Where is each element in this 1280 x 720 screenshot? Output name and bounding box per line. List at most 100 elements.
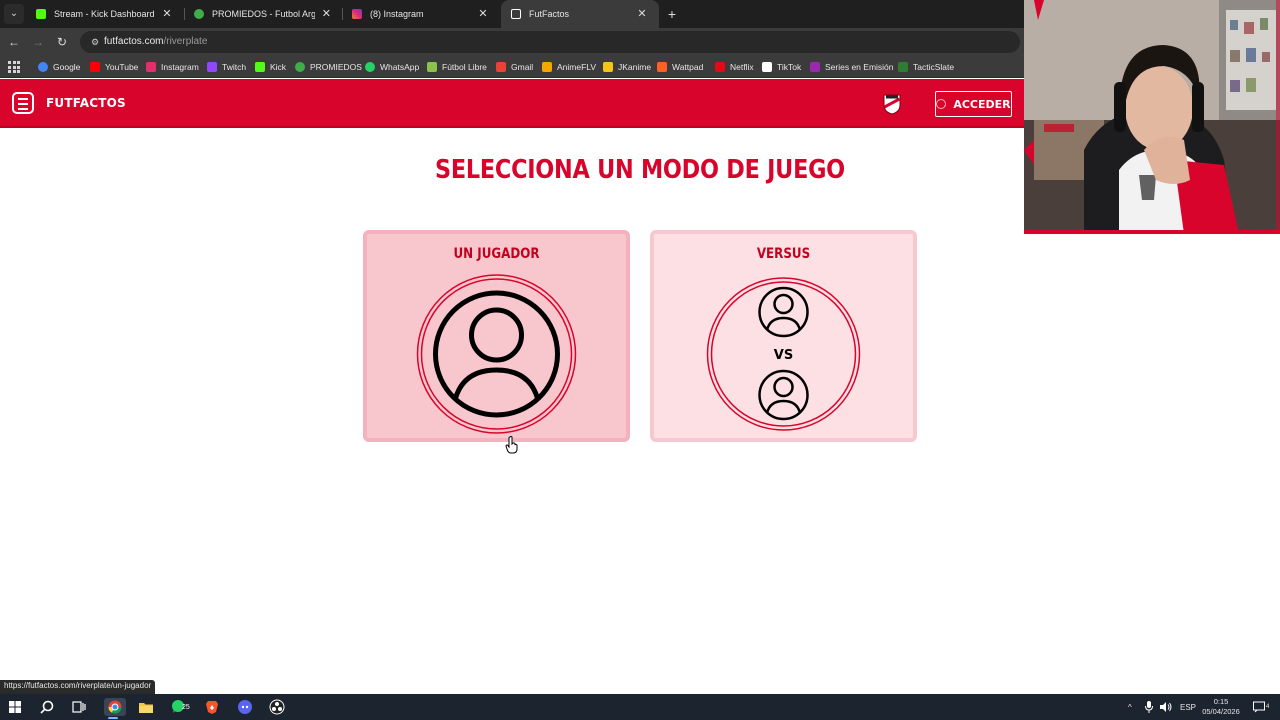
- series-icon: [810, 62, 820, 72]
- windows-start-icon[interactable]: [6, 698, 24, 716]
- url-path: /riverplate: [163, 36, 208, 47]
- river-plate-crest-icon[interactable]: [880, 93, 904, 115]
- url-host: futfactos.com: [104, 36, 164, 47]
- webcam-overlay: [1024, 0, 1280, 234]
- futbol-libre-icon: [427, 62, 437, 72]
- clock[interactable]: 0:15 05/04/2026: [1196, 697, 1246, 717]
- close-tab-icon[interactable]: ✕: [635, 7, 649, 21]
- bookmark-label: Google: [53, 62, 81, 72]
- versus-icon: VS: [706, 277, 861, 431]
- netflix-icon: [715, 62, 725, 72]
- bookmark-google[interactable]: Google: [38, 60, 80, 74]
- tab-promiedos[interactable]: PROMIEDOS - Futbol Argentino ✕: [184, 0, 342, 28]
- jkanime-icon: [603, 62, 613, 72]
- login-label: ACCEDER: [953, 97, 1011, 111]
- bookmark-series-en-emisi-n[interactable]: Series en Emisión: [810, 60, 894, 74]
- animeflv-icon: [542, 62, 552, 72]
- google-icon: [38, 62, 48, 72]
- bookmark-jkanime[interactable]: JKanime: [603, 60, 651, 74]
- tab-futfactos[interactable]: FutFactos ✕: [501, 0, 659, 28]
- tab-kick-dashboard[interactable]: Stream - Kick Dashboard ✕: [26, 0, 184, 28]
- back-icon[interactable]: ←: [6, 34, 22, 50]
- bookmark-animeflv[interactable]: AnimeFLV: [542, 60, 596, 74]
- forward-icon[interactable]: →: [30, 34, 46, 50]
- address-bar[interactable]: ⚙ futfactos.com/riverplate: [80, 31, 1020, 53]
- bookmark-label: Twitch: [222, 62, 247, 72]
- user-icon: [936, 99, 947, 109]
- search-icon[interactable]: [38, 698, 56, 716]
- bookmark-label: Wattpad: [672, 62, 704, 72]
- bookmark-tacticslate[interactable]: TacticSlate: [898, 60, 954, 74]
- site-header: FUTFACTOS ACCEDER: [0, 79, 1024, 128]
- tab-title: FutFactos: [529, 9, 570, 19]
- clock-time: 0:15: [1213, 697, 1229, 706]
- vs-label: VS: [774, 348, 793, 363]
- promiedos-icon: [194, 9, 204, 19]
- volume-icon[interactable]: [1160, 694, 1172, 720]
- bookmark-youtube[interactable]: YouTube: [90, 60, 138, 74]
- tab-title: PROMIEDOS - Futbol Argentino: [212, 9, 315, 19]
- tab-title: (8) Instagram: [370, 9, 424, 19]
- obs-icon[interactable]: [268, 698, 286, 716]
- windows-taskbar: 25 ^ ESP 0:15 05/04/2026 4: [0, 694, 1280, 720]
- instagram-icon: [146, 62, 156, 72]
- close-tab-icon[interactable]: ✕: [160, 7, 174, 21]
- bookmark-label: PROMIEDOS: [310, 62, 362, 72]
- bookmark-label: AnimeFLV: [557, 62, 597, 72]
- tab-title: Stream - Kick Dashboard: [54, 9, 155, 19]
- discord-icon[interactable]: [236, 698, 254, 716]
- brave-icon[interactable]: [203, 698, 221, 716]
- futfactos-logo-icon[interactable]: [12, 92, 34, 114]
- bookmark-twitch[interactable]: Twitch: [207, 60, 246, 74]
- tiktok-icon: [762, 62, 772, 72]
- show-hidden-icons-icon[interactable]: ^: [1128, 694, 1132, 720]
- bookmark-promiedos[interactable]: PROMIEDOS: [295, 60, 362, 74]
- bookmark-gmail[interactable]: Gmail: [496, 60, 533, 74]
- wattpad-icon: [657, 62, 667, 72]
- bookmark-f-tbol-libre[interactable]: Fútbol Libre: [427, 60, 487, 74]
- close-tab-icon[interactable]: ✕: [321, 7, 332, 21]
- twitch-icon: [207, 62, 217, 72]
- bookmark-tiktok[interactable]: TikTok: [762, 60, 801, 74]
- mode-card-single-player[interactable]: UN JUGADOR: [363, 230, 630, 442]
- bookmark-whatsapp[interactable]: WhatsApp: [365, 60, 419, 74]
- bookmark-label: Netflix: [730, 62, 754, 72]
- login-button[interactable]: ACCEDER: [935, 91, 1012, 117]
- bookmark-label: Kick: [270, 62, 287, 72]
- apps-grid-icon[interactable]: [8, 61, 20, 73]
- new-tab-button[interactable]: +: [664, 6, 680, 22]
- bookmark-label: TacticSlate: [913, 62, 955, 72]
- microphone-icon[interactable]: [1145, 694, 1153, 720]
- bookmark-netflix[interactable]: Netflix: [715, 60, 754, 74]
- bookmark-label: Gmail: [511, 62, 534, 72]
- site-info-icon[interactable]: ⚙: [88, 35, 102, 49]
- gmail-icon: [496, 62, 506, 72]
- bookmark-label: Instagram: [161, 62, 199, 72]
- clock-date: 05/04/2026: [1202, 707, 1240, 716]
- bookmark-instagram[interactable]: Instagram: [146, 60, 199, 74]
- task-view-icon[interactable]: [70, 698, 88, 716]
- tab-instagram[interactable]: (8) Instagram ✕: [342, 0, 500, 28]
- bookmark-kick[interactable]: Kick: [255, 60, 286, 74]
- single-player-icon: [416, 274, 577, 434]
- mode-card-versus[interactable]: VERSUS VS: [650, 230, 917, 442]
- notifications-icon[interactable]: 4: [1253, 694, 1269, 720]
- file-explorer-icon[interactable]: [137, 698, 155, 716]
- tab-search-icon[interactable]: ⌄: [4, 4, 24, 24]
- reload-icon[interactable]: ↻: [54, 34, 70, 50]
- whatsapp-icon[interactable]: 25: [170, 698, 190, 716]
- brand-name[interactable]: FUTFACTOS: [46, 96, 126, 110]
- player-two-icon: [758, 369, 809, 421]
- youtube-icon: [90, 62, 100, 72]
- language-indicator[interactable]: ESP: [1180, 694, 1196, 720]
- bookmark-label: YouTube: [105, 62, 139, 72]
- whatsapp-badge: 25: [182, 704, 190, 711]
- chrome-icon[interactable]: [104, 698, 126, 719]
- futfactos-icon: [511, 9, 521, 19]
- bookmark-label: Fútbol Libre: [442, 62, 487, 72]
- close-tab-icon[interactable]: ✕: [476, 7, 490, 21]
- whatsapp-icon: [365, 62, 375, 72]
- bookmark-wattpad[interactable]: Wattpad: [657, 60, 703, 74]
- link-status-bubble: https://futfactos.com/riverplate/un-juga…: [0, 680, 156, 694]
- bookmark-label: TikTok: [777, 62, 802, 72]
